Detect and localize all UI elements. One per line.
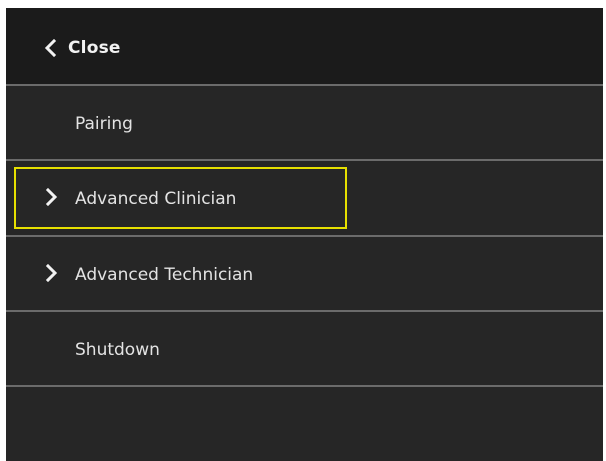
menu-item-shutdown[interactable]: Shutdown (6, 313, 603, 386)
screen-frame: Close Pairing Advanced Clinician Advance… (0, 0, 606, 461)
divider (6, 235, 603, 237)
menu-header: Close (6, 8, 603, 85)
divider (6, 159, 603, 161)
menu-item-advanced-technician[interactable]: Advanced Technician (6, 238, 603, 311)
menu-item-label: Advanced Technician (75, 264, 254, 285)
close-button[interactable]: Close (44, 34, 121, 62)
close-label: Close (68, 38, 121, 58)
chevron-right-icon (45, 263, 58, 286)
menu-item-label: Shutdown (75, 339, 160, 360)
divider (6, 385, 603, 387)
chevron-left-icon (44, 39, 56, 57)
menu-item-advanced-clinician[interactable]: Advanced Clinician (6, 162, 603, 235)
menu-item-label: Advanced Clinician (75, 188, 237, 209)
menu-panel: Close Pairing Advanced Clinician Advance… (6, 8, 603, 461)
menu-item-pairing[interactable]: Pairing (6, 87, 603, 160)
menu-item-label: Pairing (75, 113, 133, 134)
divider (6, 310, 603, 312)
empty-menu-area (6, 388, 603, 461)
chevron-right-icon (45, 187, 58, 210)
divider (6, 84, 603, 86)
